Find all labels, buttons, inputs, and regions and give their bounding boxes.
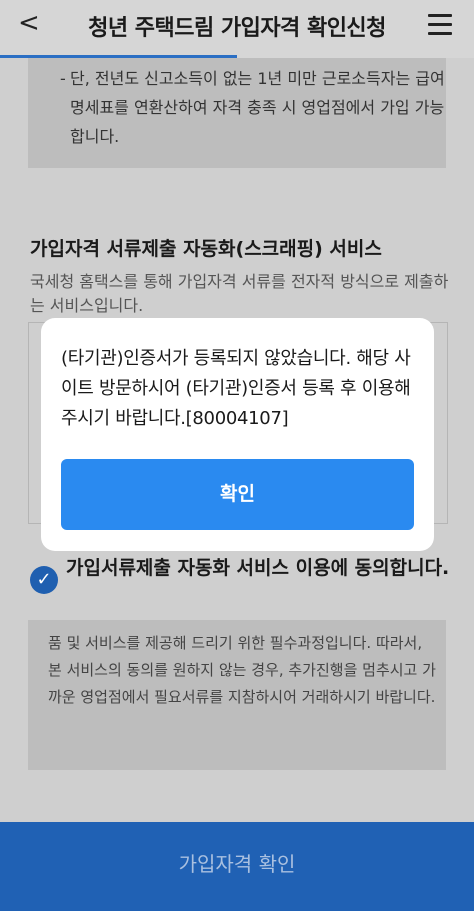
app-header: < 청년 주택드림 가입자격 확인신청	[0, 0, 474, 58]
notice-text: - 단, 전년도 신고소득이 없는 1년 미만 근로소득자는 급여명세표를 연환…	[60, 64, 450, 151]
check-eligibility-button[interactable]: 가입자격 확인	[0, 822, 474, 911]
alert-confirm-button[interactable]: 확인	[61, 459, 414, 530]
agreement-detail-text: 품 및 서비스를 제공해 드리기 위한 필수과정입니다. 따라서, 본 서비스의…	[48, 634, 436, 706]
notice-body: 단, 전년도 신고소득이 없는 1년 미만 근로소득자는 급여명세표를 연환산하…	[70, 69, 445, 146]
scraping-section-description: 국세청 홈택스를 통해 가입자격 서류를 전자적 방식으로 제출하는 서비스입니…	[30, 272, 449, 315]
menu-line	[428, 14, 452, 17]
menu-line	[428, 23, 452, 26]
alert-message: (타기관)인증서가 등록되지 않았습니다. 해당 사이트 방문하시어 (타기관)…	[61, 348, 411, 429]
scraping-section-title: 가입자격 서류제출 자동화(스크래핑) 서비스	[30, 238, 382, 260]
checkmark-icon: ✓	[36, 569, 52, 590]
hamburger-menu-icon[interactable]	[428, 14, 452, 41]
agree-label[interactable]: 가입서류제출 자동화 서비스 이용에 동의합니다.	[66, 554, 456, 582]
menu-line	[428, 32, 452, 35]
page-title: 청년 주택드림 가입자격 확인신청	[88, 16, 386, 41]
notice-dash: -	[60, 69, 66, 88]
alert-dialog: (타기관)인증서가 등록되지 않았습니다. 해당 사이트 방문하시어 (타기관)…	[41, 318, 434, 551]
agree-checkbox[interactable]: ✓	[30, 566, 58, 594]
